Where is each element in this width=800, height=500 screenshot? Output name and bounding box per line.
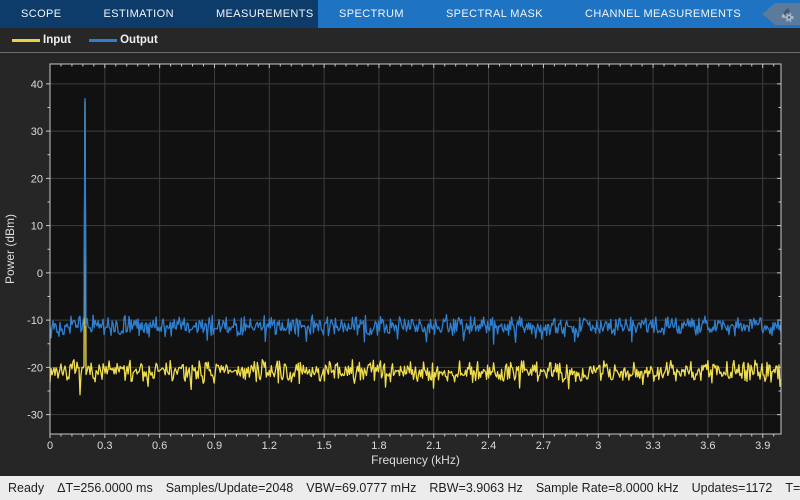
svg-text:0.6: 0.6 bbox=[152, 440, 167, 452]
svg-text:0.3: 0.3 bbox=[97, 440, 112, 452]
legend-bar: Input Output bbox=[0, 28, 800, 52]
input-line-swatch bbox=[12, 38, 40, 42]
svg-text:Power (dBm): Power (dBm) bbox=[3, 214, 17, 284]
status-bar: Ready ΔT=256.0000 ms Samples/Update=2048… bbox=[0, 476, 800, 500]
spectrum-chart-svg: 0 0.3 0.6 0.9 1.2 1.5 1.8 2.1 2.4 2.7 3 3.3 3.6 3.9 40… bbox=[3, 63, 782, 467]
output-line-swatch bbox=[89, 38, 118, 42]
svg-text:-10: -10 bbox=[27, 315, 43, 327]
tab-estimation[interactable]: ESTIMATION bbox=[83, 0, 195, 28]
legend-label-output: Output bbox=[120, 34, 158, 46]
legend-label-input: Input bbox=[43, 34, 72, 46]
tab-measurements[interactable]: MEASUREMENTS bbox=[195, 0, 335, 28]
quick-access-badge: ••• bbox=[762, 3, 800, 25]
svg-text:1.2: 1.2 bbox=[262, 440, 277, 452]
status-delta-t: ΔT=256.0000 ms bbox=[57, 481, 153, 495]
spectrum-analyzer-window: SCOPE ESTIMATION MEASUREMENTS SPECTRUM S… bbox=[0, 0, 800, 500]
svg-text:1.8: 1.8 bbox=[371, 440, 386, 452]
status-vbw: VBW=69.0777 mHz bbox=[306, 481, 417, 495]
status-sample-rate: Sample Rate=8.0000 kHz bbox=[535, 481, 679, 495]
svg-text:-30: -30 bbox=[27, 410, 43, 422]
status-updates: Updates=1172 bbox=[691, 481, 773, 495]
toolstrip-context-tab-group: SPECTRUM SPECTRAL MASK CHANNEL MEASUREME… bbox=[318, 0, 800, 28]
toolstrip-main-tab-group: SCOPE ESTIMATION MEASUREMENTS bbox=[0, 0, 318, 28]
status-time: T=299.9040 bbox=[785, 481, 800, 495]
legend-item-input[interactable]: Input bbox=[12, 34, 71, 46]
svg-text:3.3: 3.3 bbox=[645, 440, 660, 452]
tab-spectrum[interactable]: SPECTRUM bbox=[318, 0, 425, 28]
svg-text:Frequency (kHz): Frequency (kHz) bbox=[371, 453, 460, 467]
svg-text:3.6: 3.6 bbox=[700, 440, 715, 452]
svg-text:40: 40 bbox=[31, 79, 43, 91]
status-rbw: RBW=3.9063 Hz bbox=[429, 481, 523, 495]
svg-text:-20: -20 bbox=[27, 362, 43, 374]
svg-text:10: 10 bbox=[31, 221, 43, 233]
svg-text:1.5: 1.5 bbox=[316, 440, 331, 452]
svg-text:20: 20 bbox=[31, 173, 43, 185]
toolstrip: SCOPE ESTIMATION MEASUREMENTS SPECTRUM S… bbox=[0, 0, 800, 28]
spectrum-plot[interactable]: 0 0.3 0.6 0.9 1.2 1.5 1.8 2.1 2.4 2.7 3 3.3 3.6 3.9 40… bbox=[0, 52, 800, 476]
tab-spectral-mask[interactable]: SPECTRAL MASK bbox=[425, 0, 564, 28]
svg-text:3.9: 3.9 bbox=[755, 440, 770, 452]
svg-text:0.9: 0.9 bbox=[207, 440, 222, 452]
svg-text:2.1: 2.1 bbox=[426, 440, 441, 452]
svg-text:0: 0 bbox=[37, 268, 43, 280]
legend-item-output[interactable]: Output bbox=[89, 34, 158, 46]
style-settings-icon[interactable] bbox=[779, 7, 794, 22]
tab-scope[interactable]: SCOPE bbox=[0, 0, 83, 28]
svg-text:2.4: 2.4 bbox=[481, 440, 496, 452]
status-state: Ready bbox=[8, 481, 45, 495]
svg-text:0: 0 bbox=[47, 440, 53, 452]
svg-text:30: 30 bbox=[31, 126, 43, 138]
svg-text:3: 3 bbox=[595, 440, 601, 452]
svg-text:2.7: 2.7 bbox=[536, 440, 551, 452]
status-samples-update: Samples/Update=2048 bbox=[165, 481, 294, 495]
tab-channel-measurements[interactable]: CHANNEL MEASUREMENTS bbox=[564, 0, 762, 28]
